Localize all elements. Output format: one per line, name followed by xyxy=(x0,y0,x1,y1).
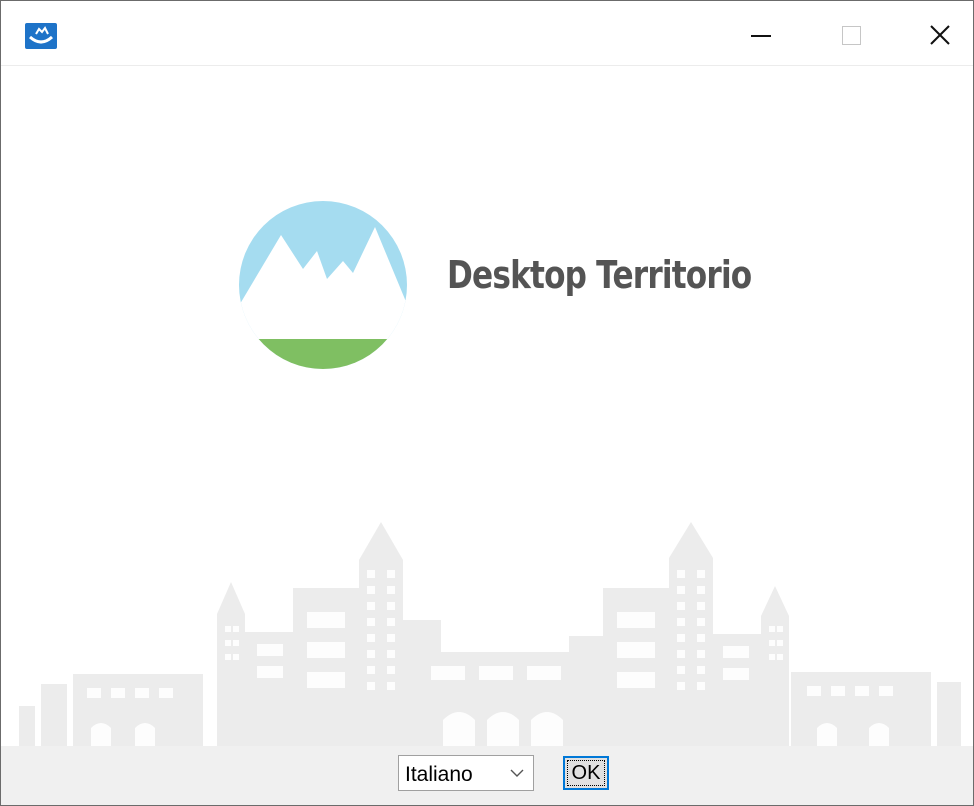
app-icon[interactable] xyxy=(25,23,57,49)
city-skyline-illustration xyxy=(19,522,961,746)
maximize-icon xyxy=(842,26,861,45)
title-bar[interactable] xyxy=(1,1,973,66)
minimize-button[interactable] xyxy=(729,1,791,65)
language-select-value: Italiano xyxy=(405,763,473,786)
maximize-button[interactable] xyxy=(821,1,883,65)
ok-button-label: OK xyxy=(571,762,601,784)
app-window: Desktop Territorio Italiano OK xyxy=(0,0,974,806)
minimize-icon xyxy=(751,35,771,37)
footer-bar: Italiano OK xyxy=(1,746,973,805)
close-icon xyxy=(930,25,950,45)
language-select[interactable]: Italiano xyxy=(398,755,534,791)
ok-button[interactable]: OK xyxy=(563,756,609,790)
mountain-logo-icon xyxy=(239,201,407,369)
close-button[interactable] xyxy=(911,1,973,65)
brand-title: Desktop Territorio xyxy=(447,253,752,297)
chevron-down-icon xyxy=(510,769,524,777)
